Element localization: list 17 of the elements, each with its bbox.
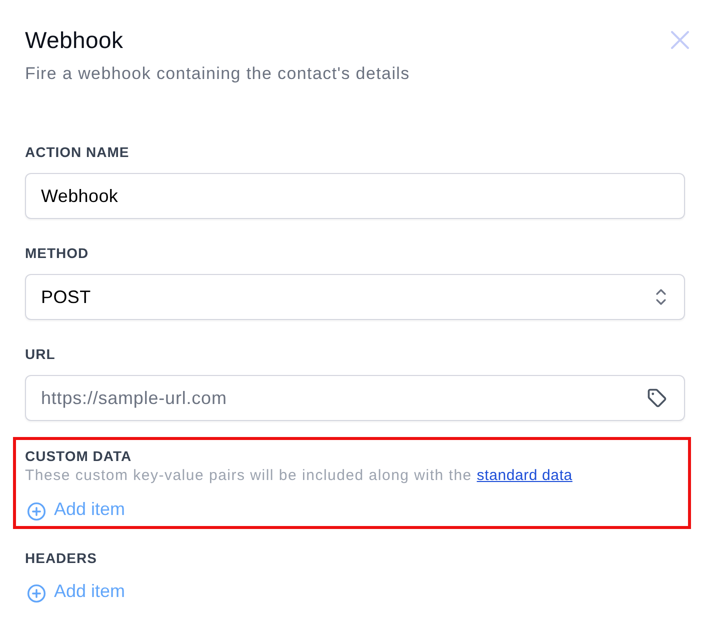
close-icon[interactable] (671, 31, 689, 49)
section-label: CUSTOM DATA (25, 447, 133, 466)
plus-circle-icon[interactable] (27, 502, 46, 521)
dialog-title: Webhook (25, 26, 124, 54)
url-field[interactable]: https://sample-url.com (25, 375, 685, 421)
dialog-subtitle: Fire a webhook containing the contact's details (25, 63, 410, 85)
plus-circle-icon[interactable] (27, 584, 46, 603)
chevron-up-down-icon (655, 288, 667, 306)
method-select[interactable]: POST (25, 274, 685, 320)
field-label: METHOD (25, 244, 90, 263)
section-label: HEADERS (25, 549, 98, 568)
field-label: URL (25, 345, 56, 364)
standard-data-link[interactable]: standard data (476, 467, 572, 484)
field-label: ACTION NAME (25, 143, 130, 162)
text-field[interactable]: Webhook (25, 173, 685, 219)
tag-icon[interactable] (646, 387, 668, 409)
section-description: These custom key-value pairs will be included along with the standard data (25, 466, 574, 486)
